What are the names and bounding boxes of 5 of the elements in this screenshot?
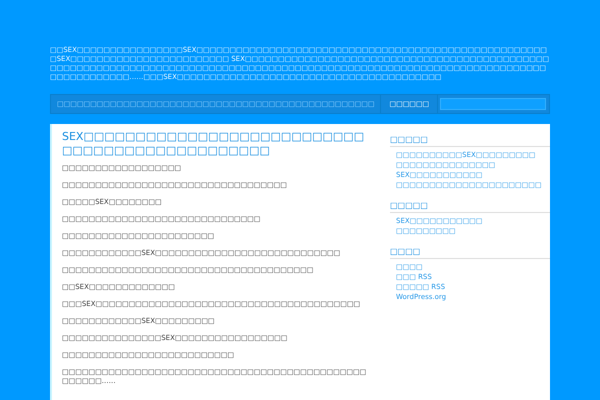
widget-heading: □□□□□	[390, 200, 550, 213]
widget-heading: □□□□□	[390, 134, 550, 147]
widget-heading: □□□□	[390, 246, 550, 259]
post-title[interactable]: SEX□□□□□□□□□□□□□□□□□□□□□□□□□□□□□□□□□□□□□□□□□□□□□□□	[62, 130, 372, 158]
search-field[interactable]	[440, 98, 546, 110]
